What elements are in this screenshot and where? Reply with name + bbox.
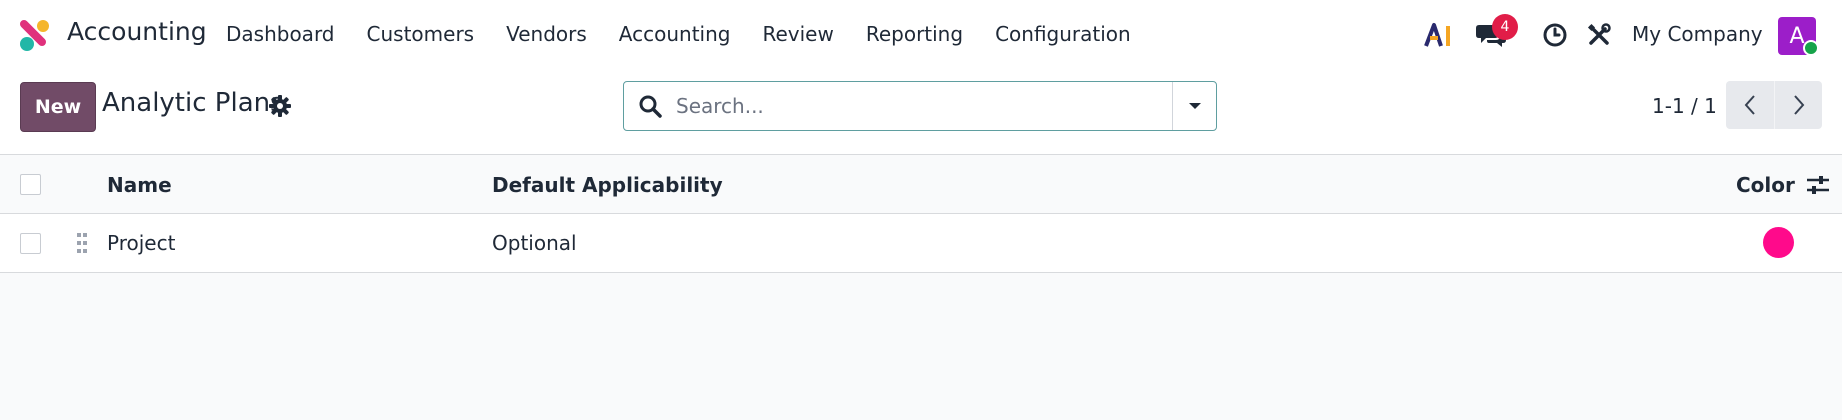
ai-icon[interactable]: [1424, 0, 1454, 70]
search-options-toggle[interactable]: [1172, 82, 1216, 130]
pager-value[interactable]: 1-1 / 1: [1652, 94, 1717, 118]
clock-icon[interactable]: [1540, 0, 1570, 70]
column-header-color[interactable]: Color: [1736, 173, 1795, 197]
search-bar: [623, 81, 1217, 131]
avatar-initial: A: [1789, 23, 1805, 49]
user-status-indicator: [1803, 40, 1819, 56]
menu-item-configuration[interactable]: Configuration: [995, 22, 1131, 46]
column-header-name[interactable]: Name: [107, 173, 172, 197]
list-header: Name Default Applicability Color: [0, 156, 1842, 214]
app-name[interactable]: Accounting: [67, 17, 207, 46]
pager-next-button[interactable]: [1774, 81, 1822, 129]
menu-item-accounting[interactable]: Accounting: [619, 22, 731, 46]
chevron-right-icon: [1793, 95, 1804, 115]
messages-badge: 4: [1492, 14, 1518, 40]
color-swatch[interactable]: [1763, 227, 1794, 258]
search-icon: [624, 82, 676, 130]
menu-item-dashboard[interactable]: Dashboard: [226, 22, 335, 46]
cell-default-applicability: Optional: [492, 231, 577, 255]
menu-item-customers[interactable]: Customers: [367, 22, 475, 46]
control-panel: New Analytic Plans 1-1 /: [0, 70, 1842, 155]
pager-previous-button[interactable]: [1726, 81, 1774, 129]
tools-icon[interactable]: [1584, 0, 1614, 70]
app-logo-icon[interactable]: [18, 18, 52, 52]
new-button[interactable]: New: [20, 82, 96, 132]
main-menu: Dashboard Customers Vendors Accounting R…: [226, 22, 1163, 46]
search-input[interactable]: [676, 82, 1172, 130]
table-row[interactable]: Project Optional: [0, 214, 1842, 273]
top-navbar: Accounting Dashboard Customers Vendors A…: [0, 0, 1842, 70]
row-checkbox[interactable]: [20, 233, 41, 254]
menu-item-vendors[interactable]: Vendors: [506, 22, 587, 46]
optional-columns-icon[interactable]: [1806, 175, 1830, 195]
select-all-checkbox[interactable]: [20, 174, 41, 195]
page-title: Analytic Plans: [102, 88, 284, 118]
cell-name: Project: [107, 231, 176, 255]
drag-handle-icon[interactable]: [74, 231, 90, 255]
caret-down-icon: [1188, 103, 1201, 109]
column-header-default-applicability[interactable]: Default Applicability: [492, 173, 723, 197]
menu-item-reporting[interactable]: Reporting: [866, 22, 963, 46]
gear-icon[interactable]: [268, 94, 292, 118]
company-switcher[interactable]: My Company: [1632, 22, 1763, 46]
chevron-left-icon: [1744, 95, 1755, 115]
menu-item-review[interactable]: Review: [762, 22, 833, 46]
